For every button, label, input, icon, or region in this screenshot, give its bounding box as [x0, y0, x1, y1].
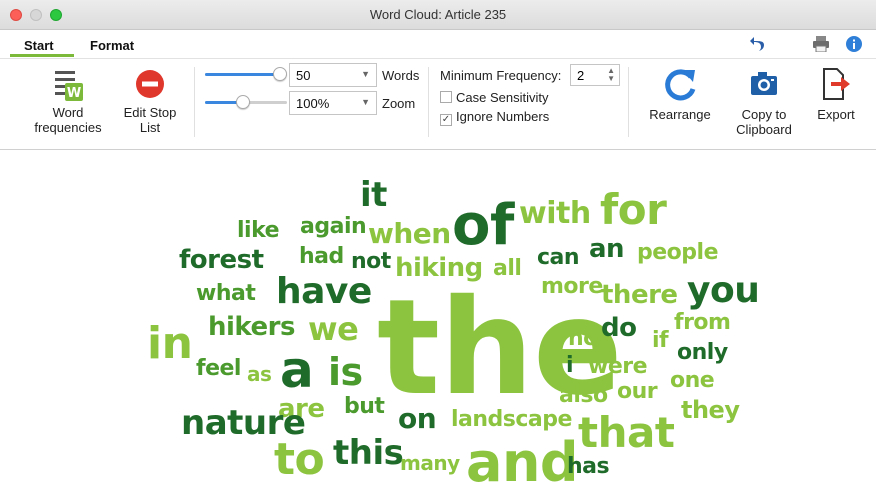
- cloud-word[interactable]: of: [452, 198, 514, 254]
- tab-format[interactable]: Format: [90, 38, 134, 53]
- cloud-word[interactable]: many: [400, 453, 460, 473]
- cloud-word[interactable]: forest: [179, 247, 264, 273]
- minimum-frequency-label: Minimum Frequency:: [440, 68, 562, 83]
- cloud-word[interactable]: from: [674, 312, 731, 334]
- cloud-word[interactable]: only: [677, 342, 728, 364]
- checkbox-icon: [440, 91, 452, 103]
- cloud-word[interactable]: for: [600, 189, 667, 231]
- edit-stop-list-label: Edit Stop List: [123, 105, 177, 135]
- export-button[interactable]: Export: [808, 67, 864, 122]
- ribbon: W Word frequencies Edit Stop List 50 ▼ W…: [0, 58, 876, 150]
- cloud-word[interactable]: you: [687, 273, 760, 309]
- ribbon-separator: [428, 67, 429, 137]
- cloud-word[interactable]: when: [368, 220, 451, 248]
- cloud-word[interactable]: one: [670, 370, 715, 392]
- cloud-word[interactable]: not: [351, 251, 391, 273]
- cloud-word[interactable]: it: [360, 178, 387, 212]
- word-frequencies-button[interactable]: W Word frequencies: [28, 69, 108, 135]
- cloud-word[interactable]: also: [559, 385, 608, 407]
- copy-to-clipboard-button[interactable]: Copy to Clipboard: [724, 67, 804, 137]
- cloud-word[interactable]: feel: [196, 358, 241, 380]
- cloud-word[interactable]: if: [652, 330, 669, 352]
- cloud-word[interactable]: in: [147, 322, 193, 366]
- zoom-slider[interactable]: [205, 95, 287, 109]
- chevron-down-icon: ▼: [361, 69, 370, 79]
- cloud-word[interactable]: like: [237, 220, 280, 242]
- word-frequencies-icon: W: [28, 69, 108, 105]
- case-sensitivity-checkbox[interactable]: Case Sensitivity: [440, 90, 548, 105]
- cloud-word[interactable]: can: [537, 247, 580, 269]
- minimum-frequency-stepper[interactable]: 2 ▲ ▼: [570, 64, 620, 86]
- cloud-word[interactable]: no: [568, 328, 598, 350]
- export-label: Export: [817, 107, 855, 122]
- undo-icon[interactable]: [750, 36, 766, 57]
- cloud-word[interactable]: what: [196, 283, 256, 305]
- cloud-word[interactable]: that: [578, 412, 675, 454]
- stop-icon: [112, 69, 188, 105]
- rearrange-label: Rearrange: [649, 107, 711, 122]
- cloud-word[interactable]: and: [466, 436, 579, 482]
- cloud-word[interactable]: our: [617, 381, 658, 403]
- checkmark-icon: ✓: [440, 114, 452, 126]
- refresh-icon: [640, 67, 720, 107]
- words-select[interactable]: 50 ▼: [289, 63, 377, 87]
- edit-stop-list-button[interactable]: Edit Stop List: [112, 69, 188, 135]
- cloud-word[interactable]: as: [247, 364, 272, 384]
- cloud-word[interactable]: were: [588, 356, 648, 378]
- cloud-word[interactable]: have: [276, 274, 372, 310]
- copy-to-clipboard-label: Copy to Clipboard: [736, 107, 792, 137]
- title-bar: Word Cloud: Article 235: [0, 0, 876, 30]
- rearrange-button[interactable]: Rearrange: [640, 67, 720, 122]
- cloud-word[interactable]: we: [308, 313, 359, 345]
- window-title: Word Cloud: Article 235: [369, 7, 507, 22]
- cloud-word[interactable]: people: [637, 242, 719, 264]
- cloud-word[interactable]: they: [681, 398, 740, 422]
- cloud-word[interactable]: is: [328, 353, 363, 391]
- cloud-word[interactable]: this: [333, 436, 404, 470]
- export-icon: [808, 67, 864, 107]
- cloud-word[interactable]: i: [566, 355, 574, 377]
- active-tab-indicator: [10, 54, 74, 57]
- stepper-arrows-icon: ▲ ▼: [607, 66, 615, 83]
- cloud-word[interactable]: do: [601, 315, 637, 341]
- words-label: Words: [382, 68, 420, 83]
- cloud-word[interactable]: has: [567, 456, 610, 478]
- zoom-label: Zoom: [382, 96, 416, 111]
- printer-icon[interactable]: [812, 36, 830, 57]
- cloud-word[interactable]: again: [300, 216, 367, 238]
- words-slider[interactable]: [205, 67, 287, 81]
- tab-bar: Start Format: [0, 30, 876, 58]
- cloud-word[interactable]: a: [280, 345, 314, 395]
- word-frequencies-label: Word frequencies: [34, 105, 102, 135]
- words-select-value: 50: [296, 68, 311, 83]
- cloud-word[interactable]: landscape: [451, 409, 572, 431]
- zoom-select[interactable]: 100% ▼: [289, 91, 377, 115]
- ribbon-separator: [194, 67, 195, 137]
- camera-icon: [724, 67, 804, 107]
- ribbon-separator: [628, 67, 629, 137]
- ignore-numbers-checkbox[interactable]: ✓ Ignore Numbers: [440, 109, 549, 126]
- zoom-select-value: 100%: [296, 96, 330, 111]
- svg-text:W: W: [67, 86, 81, 101]
- cloud-word[interactable]: had: [299, 246, 344, 268]
- minimum-frequency-value: 2: [577, 68, 585, 83]
- chevron-down-icon: ▼: [361, 97, 370, 107]
- cloud-word[interactable]: to: [274, 438, 325, 482]
- cloud-word[interactable]: an: [589, 236, 625, 262]
- ignore-numbers-label: Ignore Numbers: [456, 109, 550, 124]
- cloud-word[interactable]: with: [519, 199, 591, 229]
- word-cloud-canvas: it of with for like again when an forest had not hi…: [0, 151, 876, 482]
- cloud-word[interactable]: but: [344, 396, 385, 418]
- tab-start[interactable]: Start: [24, 38, 54, 53]
- cloud-word[interactable]: on: [398, 405, 437, 433]
- cloud-word[interactable]: hikers: [208, 314, 295, 340]
- case-sensitivity-label: Case Sensitivity: [456, 90, 549, 105]
- info-icon[interactable]: [846, 36, 862, 57]
